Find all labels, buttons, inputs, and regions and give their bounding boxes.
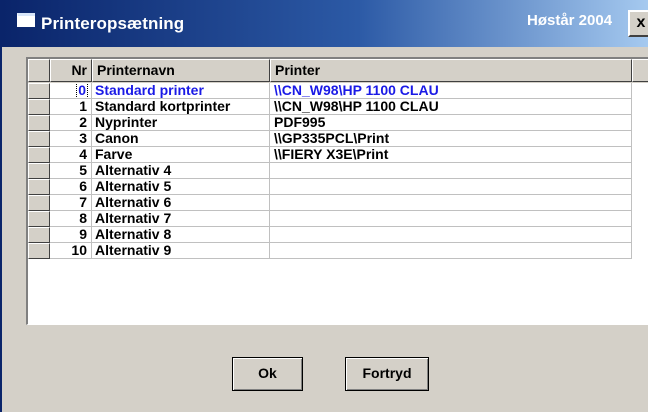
cell-printername[interactable]: Alternativ 4 (92, 163, 270, 179)
table-row[interactable]: 2 Nyprinter PDF995 (28, 115, 648, 131)
cell-printername[interactable]: Canon (92, 131, 270, 147)
cell-nr[interactable]: 7 (50, 195, 92, 211)
header-nr[interactable]: Nr (50, 59, 92, 82)
cell-nr-text: 9 (79, 227, 87, 242)
cell-nr[interactable]: 6 (50, 179, 92, 195)
cell-nr-text: 8 (79, 211, 87, 226)
cell-nr[interactable]: 0 (50, 83, 92, 99)
cell-printer[interactable]: \\GP335PCL\Print (270, 131, 632, 147)
row-selector[interactable] (28, 195, 50, 211)
cell-nr-text: 3 (79, 131, 87, 146)
cancel-button[interactable]: Fortryd (345, 357, 429, 391)
cell-printer[interactable]: PDF995 (270, 115, 632, 131)
table-row[interactable]: 8 Alternativ 7 (28, 211, 648, 227)
table-row[interactable]: 4 Farve \\FIERY X3E\Print (28, 147, 648, 163)
cell-printer[interactable] (270, 211, 632, 227)
cell-nr[interactable]: 2 (50, 115, 92, 131)
cell-printername[interactable]: Alternativ 5 (92, 179, 270, 195)
cell-nr[interactable]: 4 (50, 147, 92, 163)
cell-nr-text: 6 (79, 179, 87, 194)
row-selector[interactable] (28, 211, 50, 227)
cell-nr[interactable]: 10 (50, 243, 92, 259)
cell-printer[interactable]: \\CN_W98\HP 1100 CLAU (270, 83, 632, 99)
table-row[interactable]: 6 Alternativ 5 (28, 179, 648, 195)
row-selector[interactable] (28, 179, 50, 195)
season-label: Høstår 2004 (527, 12, 613, 29)
header-printername[interactable]: Printernavn (92, 59, 270, 82)
cell-nr[interactable]: 5 (50, 163, 92, 179)
cell-printername[interactable]: Nyprinter (92, 115, 270, 131)
cell-nr[interactable]: 1 (50, 99, 92, 115)
cell-nr-text: 1 (79, 99, 87, 114)
table-row[interactable]: 9 Alternativ 8 (28, 227, 648, 243)
cell-printername[interactable]: Alternativ 8 (92, 227, 270, 243)
cell-printer[interactable] (270, 243, 632, 259)
cell-nr-text: 7 (79, 195, 87, 210)
cell-printername[interactable]: Alternativ 7 (92, 211, 270, 227)
cell-printer[interactable] (270, 179, 632, 195)
cell-printer[interactable] (270, 163, 632, 179)
table-row[interactable]: 5 Alternativ 4 (28, 163, 648, 179)
row-selector[interactable] (28, 243, 50, 259)
title-bar[interactable]: Printeropsætning Høstår 2004 x (2, 0, 648, 47)
row-selector[interactable] (28, 131, 50, 147)
cell-nr-text: 2 (79, 115, 87, 130)
cell-nr-text: 5 (79, 163, 87, 178)
table-row[interactable]: 7 Alternativ 6 (28, 195, 648, 211)
cell-printername[interactable]: Standard kortprinter (92, 99, 270, 115)
cell-printer[interactable] (270, 195, 632, 211)
header-filler (632, 59, 648, 82)
table-row[interactable]: 1 Standard kortprinter \\CN_W98\HP 1100 CL… (28, 99, 648, 115)
close-icon: x (636, 14, 646, 31)
cell-printername[interactable]: Alternativ 9 (92, 243, 270, 259)
row-selector[interactable] (28, 147, 50, 163)
row-selector[interactable] (28, 227, 50, 243)
cell-nr[interactable]: 3 (50, 131, 92, 147)
row-selector[interactable] (28, 115, 50, 131)
printer-setup-window: Printeropsætning Høstår 2004 x Nr Printe… (0, 0, 648, 412)
cell-printer[interactable]: \\CN_W98\HP 1100 CLAU (270, 99, 632, 115)
cell-nr-text: 4 (79, 147, 87, 162)
ok-button[interactable]: Ok (232, 357, 303, 391)
cell-nr[interactable]: 8 (50, 211, 92, 227)
cell-printer[interactable]: \\FIERY X3E\Print (270, 147, 632, 163)
header-select-cell (28, 59, 50, 82)
window-icon (17, 13, 35, 27)
cell-nr-text: 10 (71, 243, 87, 258)
header-printer[interactable]: Printer (270, 59, 632, 82)
window-title: Printeropsætning (41, 14, 185, 33)
cell-nr[interactable]: 9 (50, 227, 92, 243)
table-row[interactable]: 0 Standard printer \\CN_W98\HP 1100 CLAU (28, 83, 648, 99)
row-selector[interactable] (28, 163, 50, 179)
table-row[interactable]: 10 Alternativ 9 (28, 243, 648, 259)
row-selector[interactable] (28, 99, 50, 115)
table-row[interactable]: 3 Canon \\GP335PCL\Print (28, 131, 648, 147)
cell-printer[interactable] (270, 227, 632, 243)
cell-printername[interactable]: Farve (92, 147, 270, 163)
close-button[interactable]: x (628, 10, 648, 37)
cell-printername[interactable]: Alternativ 6 (92, 195, 270, 211)
cell-nr-text: 0 (76, 83, 88, 98)
row-selector[interactable] (28, 83, 50, 99)
grid-header: Nr Printernavn Printer (28, 59, 648, 83)
cell-printername[interactable]: Standard printer (92, 83, 270, 99)
printer-grid[interactable]: Nr Printernavn Printer 0 Standard printer… (26, 57, 648, 325)
